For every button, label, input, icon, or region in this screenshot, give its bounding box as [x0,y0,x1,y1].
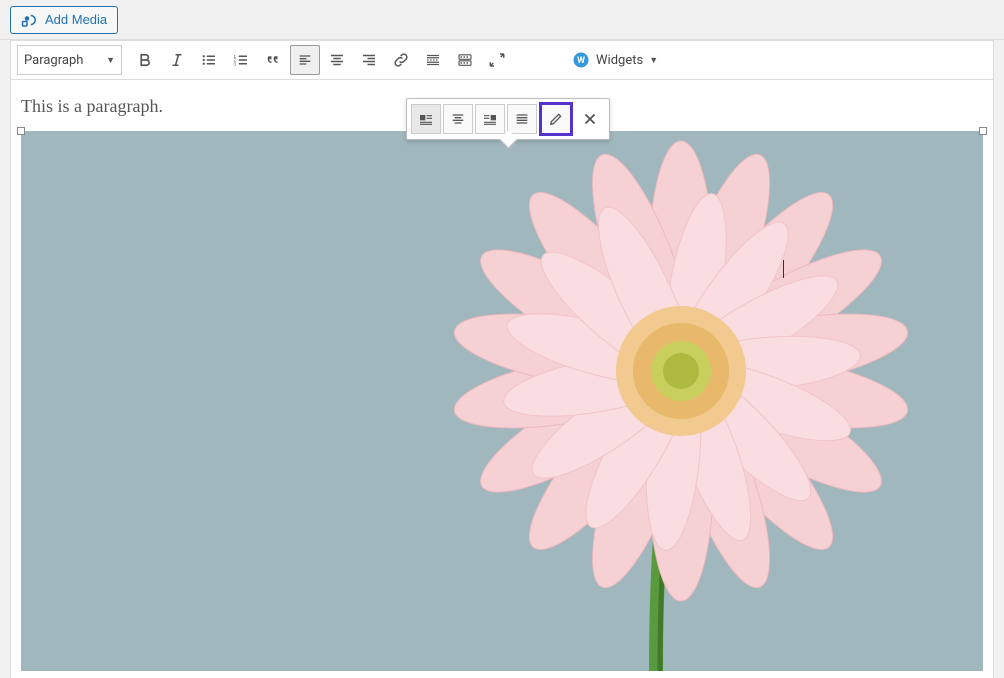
add-media-button[interactable]: Add Media [10,6,118,34]
blockquote-icon [264,50,282,70]
blockquote-button[interactable] [258,45,288,75]
resize-handle-top-right[interactable] [979,127,987,135]
align-right-icon [360,50,378,70]
resize-handle-top-left[interactable] [17,127,25,135]
image-align-center-button[interactable] [443,104,473,134]
link-icon [392,50,410,70]
insert-more-button[interactable] [418,45,448,75]
svg-text:3: 3 [234,61,237,66]
widgets-dropdown[interactable]: W Widgets [564,47,666,73]
editor-content-area[interactable]: This is a paragraph. [10,80,994,678]
toolbar-toggle-icon [456,50,474,70]
image-align-right-button[interactable] [475,104,505,134]
editor-toolbar: Paragraph 123 W Widgets [10,40,994,80]
bold-icon [136,50,154,70]
align-left-icon [418,110,434,128]
italic-button[interactable] [162,45,192,75]
selected-image-wrapper[interactable] [21,131,983,671]
svg-text:W: W [577,56,585,66]
align-right-icon [482,110,498,128]
image-remove-button[interactable] [575,104,605,134]
widgets-label: Widgets [596,53,643,68]
fullscreen-icon [488,50,506,70]
align-none-icon [514,110,530,128]
format-select-label: Paragraph [24,53,83,68]
pencil-icon [548,110,564,128]
image-edit-button[interactable] [539,102,573,136]
insert-link-button[interactable] [386,45,416,75]
align-center-button[interactable] [322,45,352,75]
image-inline-toolbar [406,98,610,140]
align-right-button[interactable] [354,45,384,75]
italic-icon [168,50,186,70]
bold-button[interactable] [130,45,160,75]
media-topbar: Add Media [0,0,1004,40]
bullet-list-button[interactable] [194,45,224,75]
align-left-button[interactable] [290,45,320,75]
content-image[interactable] [21,131,983,671]
paragraph-format-select[interactable]: Paragraph [17,45,122,75]
bullet-list-icon [200,50,218,70]
toolbar-toggle-button[interactable] [450,45,480,75]
insert-more-icon [424,50,442,70]
image-align-left-button[interactable] [411,104,441,134]
text-cursor-indicator [783,260,784,278]
widgets-badge-icon: W [572,51,590,69]
align-center-icon [450,110,466,128]
align-left-icon [297,50,313,70]
align-center-icon [328,50,346,70]
add-media-label: Add Media [45,12,107,27]
media-icon [21,11,39,29]
fullscreen-button[interactable] [482,45,512,75]
close-icon [581,110,599,128]
numbered-list-icon: 123 [232,50,250,70]
numbered-list-button[interactable]: 123 [226,45,256,75]
image-align-none-button[interactable] [507,104,537,134]
